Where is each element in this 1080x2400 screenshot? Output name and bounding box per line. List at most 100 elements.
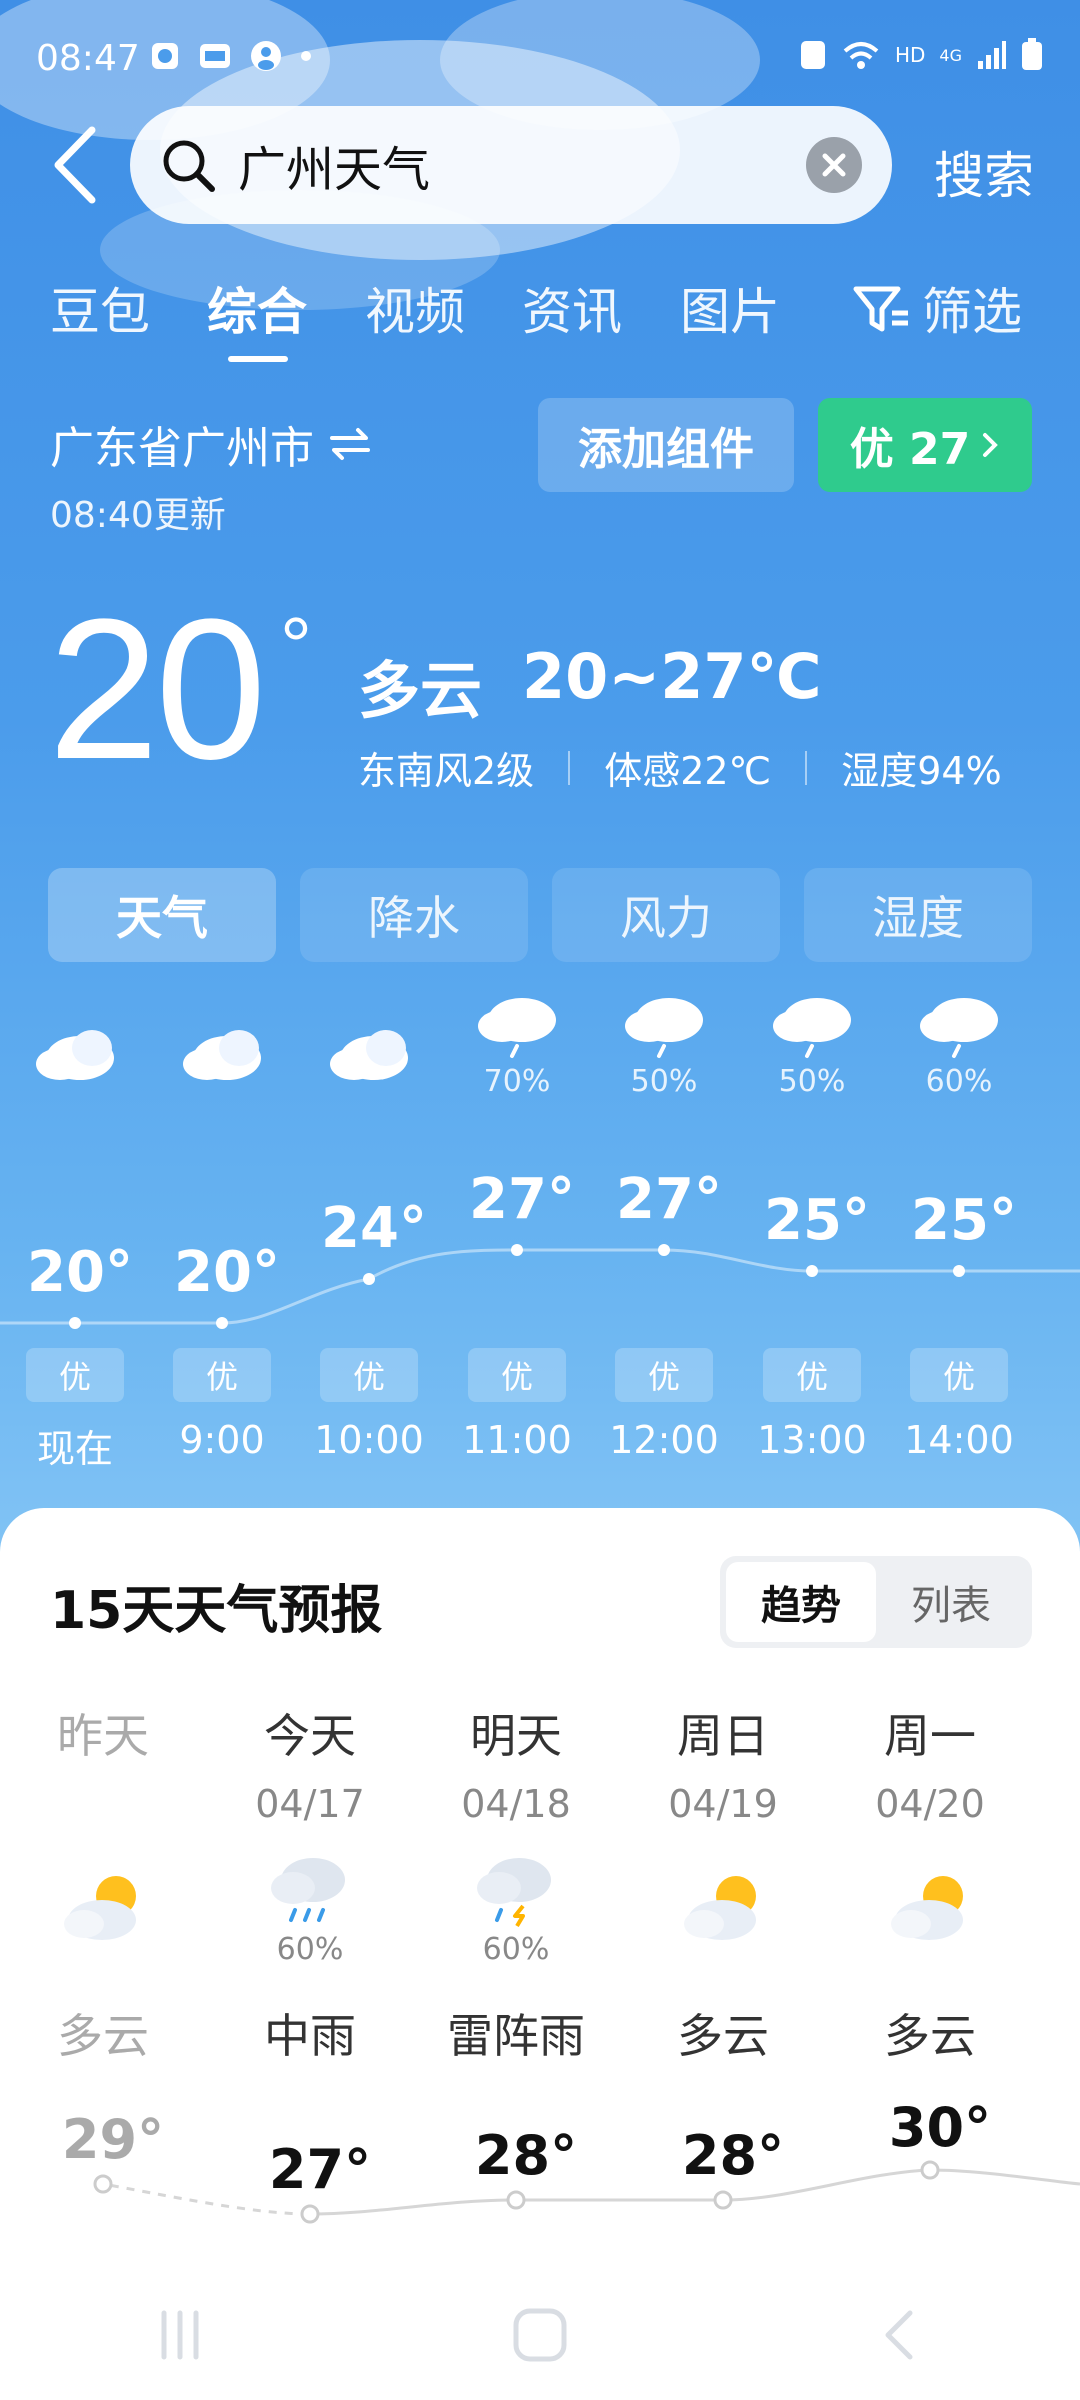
hourly-forecast[interactable]: 70% 50% 50% 60% 20° 20° 24° 27° 27° 25° … <box>0 990 1080 1490</box>
notification-icon <box>152 43 178 69</box>
precip-chance: 50% <box>630 1064 698 1099</box>
tab-video[interactable]: 视频 <box>365 272 465 344</box>
segment-humidity[interactable]: 湿度 <box>804 868 1032 962</box>
day-high: 29° <box>61 2108 165 2171</box>
rain-cloud-icon <box>625 998 703 1058</box>
precip-chance: 50% <box>778 1064 846 1099</box>
aqi-label: 优 27 <box>849 424 971 475</box>
hourly-time: 9:00 <box>179 1418 265 1462</box>
add-widget-button[interactable]: 添加组件 <box>538 398 794 492</box>
humidity: 湿度94% <box>841 749 1002 793</box>
hourly-item: 70% <box>457 990 577 1099</box>
tab-filter[interactable]: 筛选 <box>852 272 1022 344</box>
partly-cloudy-icon <box>684 1876 756 1940</box>
hourly-aqi: 优 <box>320 1348 418 1402</box>
notification-icon <box>200 44 230 68</box>
hourly-temp: 24° <box>321 1196 427 1261</box>
back-nav-icon[interactable] <box>870 2305 930 2365</box>
hourly-item: 60% <box>899 990 1019 1099</box>
search-icon <box>163 140 215 192</box>
active-tab-indicator <box>228 356 288 362</box>
update-time: 08:40更新 <box>50 495 226 536</box>
hourly-temp: 20° <box>174 1240 280 1305</box>
hd-label: HD <box>894 43 926 67</box>
day-condition: 多云 <box>677 2009 769 2063</box>
hourly-time: 现在 <box>36 1427 113 1471</box>
day-condition: 多云 <box>884 2009 976 2063</box>
precip-chance: 60% <box>276 1932 344 1967</box>
switch-icon <box>330 428 370 460</box>
day-name: 周日 <box>677 1709 769 1763</box>
condition-text: 多云 <box>358 654 483 727</box>
rain-cloud-icon <box>920 998 998 1058</box>
filter-label: 筛选 <box>922 283 1022 341</box>
hourly-temp: 20° <box>27 1240 133 1305</box>
day-name: 周一 <box>884 1709 976 1763</box>
search-button[interactable]: 搜索 <box>934 136 1034 208</box>
day-condition: 多云 <box>57 2009 149 2063</box>
current-details: 东南风2级 体感22℃ 湿度94% <box>358 740 1002 795</box>
day-name: 今天 <box>264 1709 356 1763</box>
thunder-rain-icon <box>477 1858 551 1928</box>
clear-search-button[interactable] <box>806 137 862 193</box>
search-input[interactable]: 广州天气 <box>130 106 892 224</box>
forecast-card: 15天天气预报 趋势 列表 昨天 今天 04/17 明天 04/18 周日 04… <box>0 1508 1080 2400</box>
cloud-icon <box>183 1030 261 1080</box>
location-name: 广东省广州市 <box>50 423 314 474</box>
temp-range: 20~27℃ <box>522 640 822 713</box>
rain-cloud-icon <box>478 998 556 1058</box>
filter-icon <box>853 286 908 332</box>
current-condition: 多云 20~27℃ <box>358 640 822 730</box>
back-button[interactable] <box>48 120 108 210</box>
battery-icon <box>1022 38 1042 70</box>
hourly-item: 50% <box>604 990 724 1099</box>
hourly-aqi: 优 <box>910 1348 1008 1402</box>
forecast-day[interactable]: 周一 04/20 <box>840 1700 1020 1826</box>
hourly-temp: 27° <box>469 1167 575 1232</box>
forecast-day[interactable]: 明天 04/18 <box>426 1700 606 1826</box>
segment-weather[interactable]: 天气 <box>48 868 276 962</box>
recent-apps-icon[interactable] <box>150 2305 210 2365</box>
result-tabs: 豆包 综合 视频 资讯 图片 筛选 <box>0 272 1080 362</box>
rain-cloud-icon <box>773 998 851 1058</box>
aqi-button[interactable]: 优 27 <box>818 398 1032 492</box>
search-query[interactable]: 广州天气 <box>238 130 806 200</box>
precip-chance: 60% <box>925 1064 993 1099</box>
hourly-aqi: 优 <box>468 1348 566 1402</box>
hourly-aqi: 优 <box>615 1348 713 1402</box>
cloud-icon <box>330 1030 408 1080</box>
segment-wind[interactable]: 风力 <box>552 868 780 962</box>
hourly-time: 10:00 <box>314 1418 424 1462</box>
hourly-item: 50% <box>752 990 872 1099</box>
day-date: 04/19 <box>668 1782 778 1826</box>
account-icon <box>251 41 281 71</box>
tab-images[interactable]: 图片 <box>680 272 780 344</box>
cloud-icon <box>36 1030 114 1080</box>
wifi-icon <box>843 42 879 69</box>
forecast-day[interactable]: 周日 04/19 <box>633 1700 813 1826</box>
day-condition: 雷阵雨 <box>447 2009 585 2063</box>
rain-cloud-icon <box>271 1858 345 1922</box>
home-icon[interactable] <box>510 2305 570 2365</box>
status-right-icons: HD 4G <box>799 38 1044 72</box>
status-left-icons <box>150 40 312 72</box>
tab-general[interactable]: 综合 <box>207 272 307 344</box>
forecast-day[interactable]: 昨天 <box>13 1700 193 1782</box>
hourly-aqi: 优 <box>763 1348 861 1402</box>
feels-like: 体感22℃ <box>604 749 772 793</box>
partly-cloudy-icon <box>64 1876 136 1940</box>
hourly-aqi: 优 <box>26 1348 124 1402</box>
tab-news[interactable]: 资讯 <box>522 272 622 344</box>
location-selector[interactable]: 广东省广州市 <box>50 412 372 476</box>
tab-doubao[interactable]: 豆包 <box>50 272 150 344</box>
chevron-right-icon <box>983 433 999 457</box>
segment-precipitation[interactable]: 降水 <box>300 868 528 962</box>
divider <box>568 750 571 785</box>
hourly-item <box>162 990 282 1092</box>
hourly-time: 13:00 <box>757 1418 867 1462</box>
precip-chance: 70% <box>483 1064 551 1099</box>
hourly-temp: 27° <box>616 1167 722 1232</box>
forecast-day[interactable]: 今天 04/17 <box>220 1700 400 1826</box>
wind-info: 东南风2级 <box>358 749 535 793</box>
divider <box>805 750 808 785</box>
